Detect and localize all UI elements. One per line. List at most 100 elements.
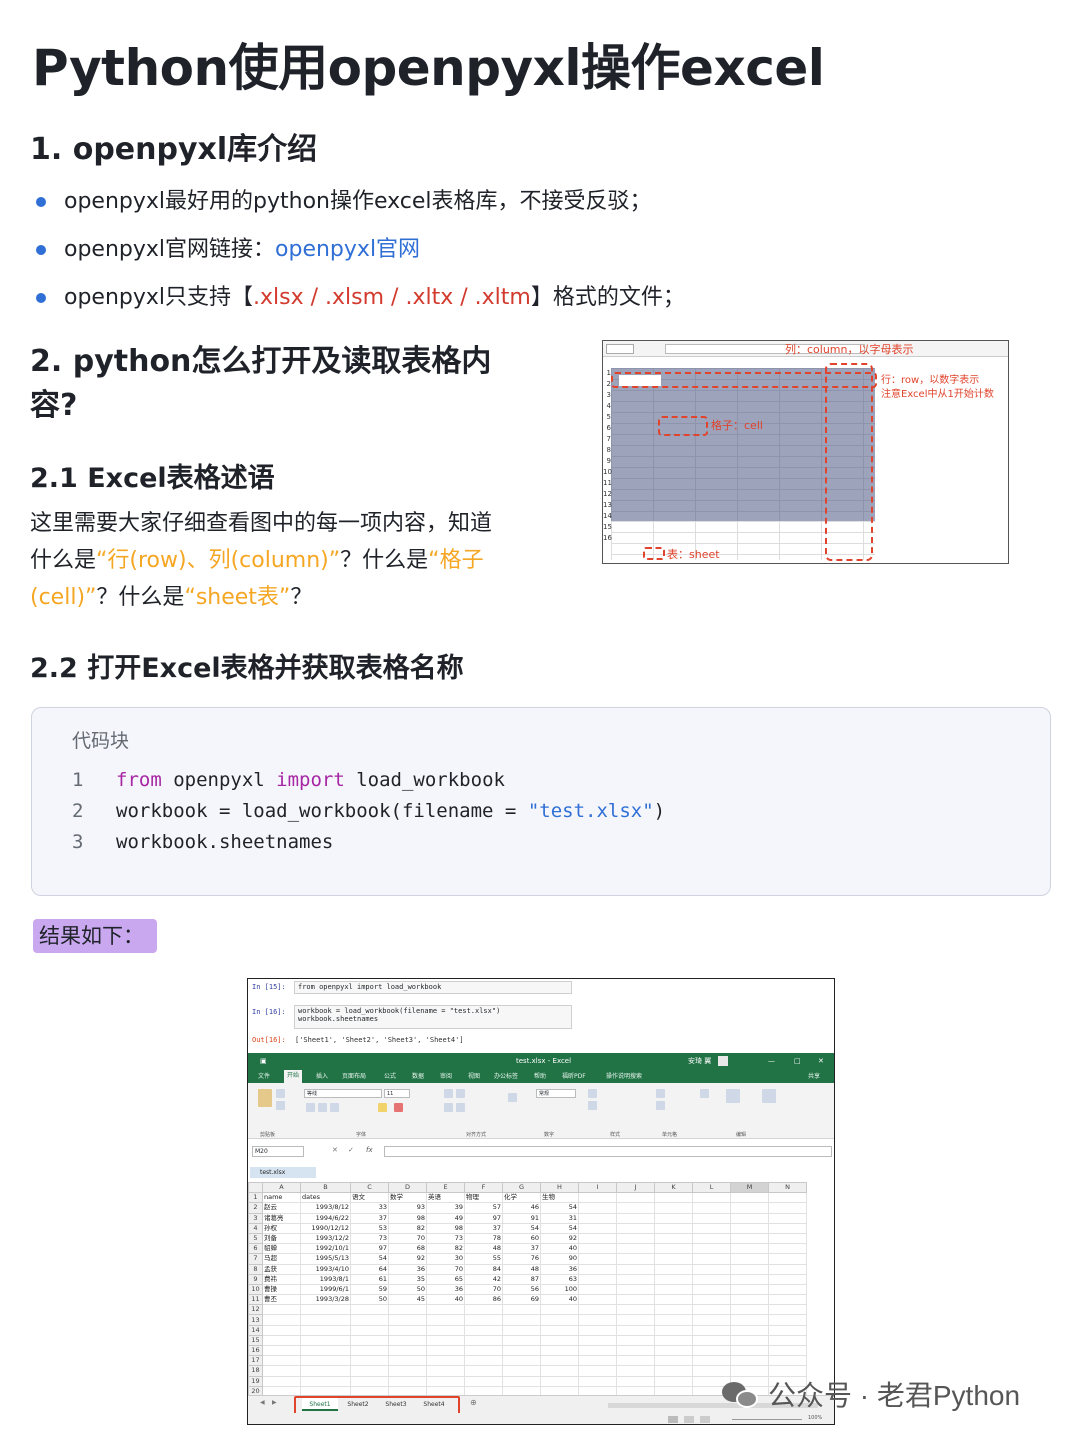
cell[interactable]	[502, 1324, 541, 1336]
wrap-text-icon[interactable]	[508, 1093, 517, 1102]
cell[interactable]	[350, 1324, 389, 1336]
name-box[interactable]: M20	[252, 1146, 304, 1157]
cell[interactable]	[654, 1294, 693, 1306]
cell[interactable]	[464, 1334, 503, 1347]
cell[interactable]	[350, 1304, 389, 1316]
tab-view[interactable]: 视图	[468, 1071, 480, 1080]
cell[interactable]	[654, 1222, 693, 1234]
cell[interactable]: 98	[426, 1222, 465, 1234]
cell[interactable]: 37	[464, 1222, 503, 1234]
cell[interactable]	[502, 1365, 541, 1377]
cell[interactable]: 36	[426, 1283, 465, 1296]
cell[interactable]	[350, 1355, 389, 1367]
cell[interactable]	[768, 1324, 807, 1336]
cell[interactable]	[502, 1304, 541, 1316]
cell[interactable]: 37	[502, 1243, 541, 1255]
cell[interactable]	[768, 1314, 807, 1326]
cell[interactable]: 48	[502, 1263, 541, 1275]
cell[interactable]	[578, 1273, 617, 1285]
cell[interactable]	[300, 1334, 351, 1347]
fill-color-icon[interactable]	[378, 1103, 387, 1112]
cell[interactable]	[616, 1334, 655, 1347]
cell[interactable]	[540, 1344, 579, 1357]
cell[interactable]	[388, 1304, 427, 1316]
cell[interactable]	[616, 1253, 655, 1265]
cell[interactable]: 曹丕	[262, 1294, 301, 1306]
cell[interactable]	[350, 1314, 389, 1326]
cell[interactable]	[730, 1192, 769, 1204]
cell[interactable]	[262, 1314, 301, 1326]
cell[interactable]: 98	[388, 1212, 427, 1224]
cell[interactable]	[578, 1192, 617, 1204]
zoom-slider[interactable]	[732, 1419, 802, 1420]
cell[interactable]	[730, 1243, 769, 1255]
cell[interactable]	[262, 1344, 301, 1357]
cell[interactable]	[768, 1344, 807, 1357]
cell[interactable]	[768, 1243, 807, 1255]
normal-view-icon[interactable]	[668, 1416, 678, 1423]
cell[interactable]: 1993/3/28	[300, 1294, 351, 1306]
cell[interactable]	[730, 1314, 769, 1326]
cell[interactable]	[502, 1334, 541, 1347]
italic-icon[interactable]	[318, 1103, 327, 1112]
cell[interactable]	[578, 1344, 617, 1357]
cell[interactable]	[654, 1243, 693, 1255]
cell[interactable]	[502, 1375, 541, 1387]
in15-code-cell[interactable]: from openpyxl import load_workbook	[294, 981, 572, 994]
cell[interactable]	[730, 1355, 769, 1367]
cell[interactable]: 54	[350, 1253, 389, 1265]
cell[interactable]: 82	[388, 1222, 427, 1234]
cell[interactable]	[730, 1304, 769, 1316]
cell[interactable]: 73	[350, 1232, 389, 1245]
conditional-format-icon[interactable]	[588, 1089, 597, 1098]
tab-insert[interactable]: 插入	[316, 1071, 328, 1080]
maximize-icon[interactable]: □	[794, 1053, 801, 1069]
cell[interactable]	[262, 1334, 301, 1347]
cell[interactable]	[768, 1212, 807, 1224]
cell[interactable]: 40	[426, 1294, 465, 1306]
cell[interactable]	[262, 1375, 301, 1387]
cell[interactable]	[578, 1232, 617, 1245]
cell[interactable]: 貂蝉	[262, 1243, 301, 1255]
add-sheet-icon[interactable]: ⊕	[470, 1398, 477, 1407]
cell[interactable]	[388, 1344, 427, 1357]
cell[interactable]	[426, 1355, 465, 1367]
cell[interactable]: 费祎	[262, 1273, 301, 1285]
cell[interactable]	[578, 1222, 617, 1234]
font-name-select[interactable]: 等线	[304, 1089, 382, 1098]
cell[interactable]	[616, 1212, 655, 1224]
cell[interactable]: 57	[464, 1202, 503, 1214]
cell[interactable]: 64	[350, 1263, 389, 1275]
align-center-icon[interactable]	[456, 1103, 465, 1112]
cell[interactable]: 59	[350, 1283, 389, 1296]
cell[interactable]	[540, 1334, 579, 1347]
cell[interactable]	[730, 1344, 769, 1357]
fx-icon[interactable]: fx	[366, 1146, 373, 1154]
cell[interactable]: 63	[540, 1273, 579, 1285]
cell[interactable]	[578, 1212, 617, 1224]
cell[interactable]: dates	[300, 1192, 351, 1204]
cell[interactable]: 1993/8/1	[300, 1273, 351, 1285]
cell[interactable]: 73	[426, 1232, 465, 1245]
cell[interactable]: 1999/6/1	[300, 1283, 351, 1296]
cell[interactable]	[464, 1324, 503, 1336]
cell[interactable]	[692, 1314, 731, 1326]
page-break-view-icon[interactable]	[700, 1416, 710, 1423]
close-icon[interactable]: ✕	[818, 1053, 824, 1069]
cell[interactable]: 97	[350, 1243, 389, 1255]
cell[interactable]	[262, 1324, 301, 1336]
cell[interactable]	[578, 1334, 617, 1347]
cell[interactable]: 61	[350, 1273, 389, 1285]
cell[interactable]	[768, 1355, 807, 1367]
cell[interactable]: 68	[388, 1243, 427, 1255]
avatar[interactable]	[718, 1056, 728, 1066]
cell[interactable]	[616, 1232, 655, 1245]
cell[interactable]	[654, 1212, 693, 1224]
align-left-icon[interactable]	[444, 1103, 453, 1112]
cell[interactable]: 孟获	[262, 1263, 301, 1275]
cell[interactable]: 36	[388, 1263, 427, 1275]
cell[interactable]: 40	[540, 1243, 579, 1255]
cell[interactable]: 60	[502, 1232, 541, 1245]
cell[interactable]	[654, 1375, 693, 1387]
cell[interactable]	[262, 1355, 301, 1367]
